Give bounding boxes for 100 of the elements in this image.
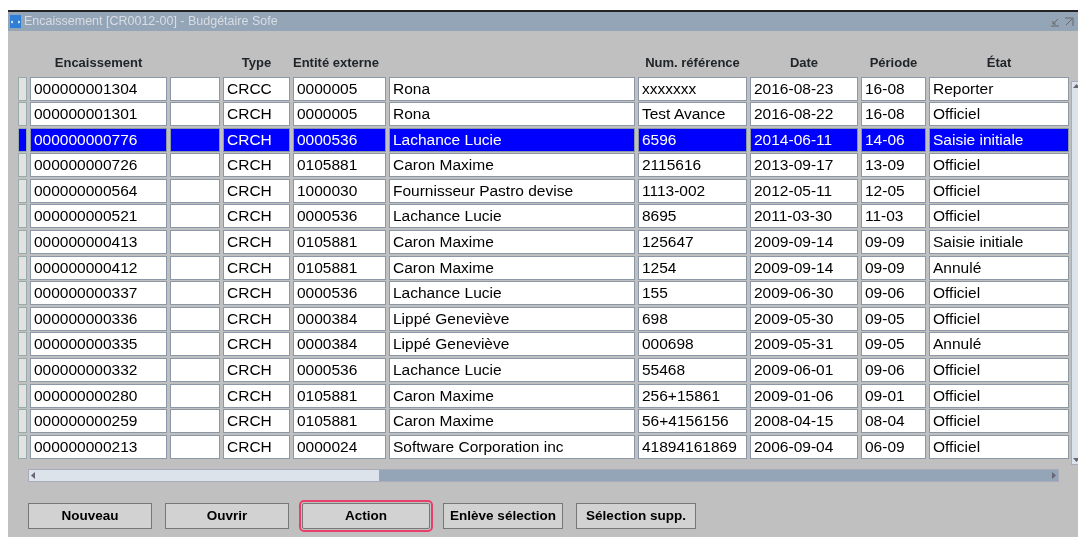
- table-cell[interactable]: Software Corporation inc: [389, 434, 635, 459]
- table-cell[interactable]: Officiel: [929, 434, 1069, 459]
- table-cell[interactable]: 16-08: [861, 76, 926, 101]
- table-cell[interactable]: 1113-002: [638, 178, 747, 203]
- table-cell[interactable]: 8695: [638, 204, 747, 229]
- table-cell[interactable]: 000000000521: [30, 204, 167, 229]
- table-cell[interactable]: 2115616: [638, 153, 747, 178]
- action-button[interactable]: Nouveau: [28, 503, 152, 529]
- table-cell[interactable]: CRCH: [223, 153, 290, 178]
- table-cell[interactable]: 0000536: [293, 358, 386, 383]
- table-cell[interactable]: [170, 306, 220, 331]
- table-cell[interactable]: Officiel: [929, 102, 1069, 127]
- action-button[interactable]: Ouvrir: [165, 503, 289, 529]
- table-cell[interactable]: 0105881: [293, 383, 386, 408]
- table-cell[interactable]: 2009-06-30: [750, 281, 858, 306]
- table-cell[interactable]: 000000000332: [30, 358, 167, 383]
- table-cell[interactable]: 000000000726: [30, 153, 167, 178]
- table-cell[interactable]: 14-06: [861, 127, 926, 152]
- table-cell[interactable]: [170, 127, 220, 152]
- table-cell[interactable]: 2011-03-30: [750, 204, 858, 229]
- table-cell[interactable]: CRCH: [223, 332, 290, 357]
- table-cell[interactable]: 0000005: [293, 102, 386, 127]
- table-cell[interactable]: Officiel: [929, 178, 1069, 203]
- table-cell[interactable]: Annulé: [929, 255, 1069, 280]
- table-cell[interactable]: Lippé Geneviève: [389, 332, 635, 357]
- table-cell[interactable]: 000000000335: [30, 332, 167, 357]
- table-cell[interactable]: Officiel: [929, 153, 1069, 178]
- table-cell[interactable]: 09-09: [861, 255, 926, 280]
- table-cell[interactable]: [170, 230, 220, 255]
- table-cell[interactable]: [170, 434, 220, 459]
- table-cell[interactable]: Lachance Lucie: [389, 204, 635, 229]
- table-cell[interactable]: 06-09: [861, 434, 926, 459]
- table-cell[interactable]: 16-08: [861, 102, 926, 127]
- table-cell[interactable]: 000000000259: [30, 409, 167, 434]
- table-cell[interactable]: [170, 76, 220, 101]
- table-cell[interactable]: CRCH: [223, 383, 290, 408]
- table-cell[interactable]: Saisie initiale: [929, 127, 1069, 152]
- table-cell[interactable]: 256+15861: [638, 383, 747, 408]
- horizontal-scrollbar[interactable]: [28, 469, 1059, 482]
- table-cell[interactable]: 000000000213: [30, 434, 167, 459]
- table-cell[interactable]: CRCH: [223, 178, 290, 203]
- table-cell[interactable]: 0105881: [293, 409, 386, 434]
- table-cell[interactable]: [170, 358, 220, 383]
- table-cell[interactable]: Caron Maxime: [389, 255, 635, 280]
- table-cell[interactable]: 09-01: [861, 383, 926, 408]
- table-cell[interactable]: [170, 204, 220, 229]
- table-cell[interactable]: 2006-09-04: [750, 434, 858, 459]
- table-cell[interactable]: [170, 383, 220, 408]
- table-cell[interactable]: 0105881: [293, 153, 386, 178]
- table-cell[interactable]: 2014-06-11: [750, 127, 858, 152]
- table-cell[interactable]: 09-06: [861, 358, 926, 383]
- table-cell[interactable]: Rona: [389, 76, 635, 101]
- table-cell[interactable]: 55468: [638, 358, 747, 383]
- table-cell[interactable]: Saisie initiale: [929, 230, 1069, 255]
- table-cell[interactable]: Officiel: [929, 204, 1069, 229]
- table-cell[interactable]: 0000384: [293, 306, 386, 331]
- table-cell[interactable]: Lachance Lucie: [389, 127, 635, 152]
- table-cell[interactable]: 000000000413: [30, 230, 167, 255]
- table-cell[interactable]: 000000000336: [30, 306, 167, 331]
- table-cell[interactable]: 0105881: [293, 230, 386, 255]
- table-cell[interactable]: 09-06: [861, 281, 926, 306]
- row-indicator[interactable]: [18, 127, 27, 152]
- table-cell[interactable]: CRCH: [223, 102, 290, 127]
- action-button[interactable]: Enlève sélection: [443, 503, 563, 529]
- table-cell[interactable]: Fournisseur Pastro devise: [389, 178, 635, 203]
- table-cell[interactable]: 11-03: [861, 204, 926, 229]
- table-cell[interactable]: 2016-08-23: [750, 76, 858, 101]
- table-cell[interactable]: 0000536: [293, 204, 386, 229]
- table-cell[interactable]: 6596: [638, 127, 747, 152]
- table-cell[interactable]: 2016-08-22: [750, 102, 858, 127]
- action-button[interactable]: Action: [302, 503, 430, 529]
- table-cell[interactable]: 0000384: [293, 332, 386, 357]
- table-cell[interactable]: 0105881: [293, 255, 386, 280]
- table-cell[interactable]: [170, 153, 220, 178]
- table-cell[interactable]: 000000000337: [30, 281, 167, 306]
- table-cell[interactable]: 2009-09-14: [750, 255, 858, 280]
- table-cell[interactable]: Officiel: [929, 281, 1069, 306]
- table-cell[interactable]: 08-04: [861, 409, 926, 434]
- table-cell[interactable]: 0000005: [293, 76, 386, 101]
- table-cell[interactable]: CRCH: [223, 358, 290, 383]
- table-cell[interactable]: 125647: [638, 230, 747, 255]
- table-cell[interactable]: Caron Maxime: [389, 230, 635, 255]
- table-cell[interactable]: Lachance Lucie: [389, 281, 635, 306]
- table-cell[interactable]: [170, 332, 220, 357]
- scroll-left-icon[interactable]: [29, 471, 38, 480]
- table-cell[interactable]: 000000000776: [30, 127, 167, 152]
- table-cell[interactable]: 56+4156156: [638, 409, 747, 434]
- table-cell[interactable]: CRCH: [223, 434, 290, 459]
- table-cell[interactable]: 2013-09-17: [750, 153, 858, 178]
- table-cell[interactable]: Lachance Lucie: [389, 358, 635, 383]
- table-cell[interactable]: [170, 409, 220, 434]
- action-button[interactable]: Sélection supp.: [576, 503, 696, 529]
- table-cell[interactable]: 0000536: [293, 127, 386, 152]
- table-cell[interactable]: 000000000412: [30, 255, 167, 280]
- table-cell[interactable]: 2009-05-30: [750, 306, 858, 331]
- table-cell[interactable]: xxxxxxx: [638, 76, 747, 101]
- table-cell[interactable]: [170, 255, 220, 280]
- table-cell[interactable]: 12-05: [861, 178, 926, 203]
- table-cell[interactable]: 000000000280: [30, 383, 167, 408]
- table-cell[interactable]: [170, 178, 220, 203]
